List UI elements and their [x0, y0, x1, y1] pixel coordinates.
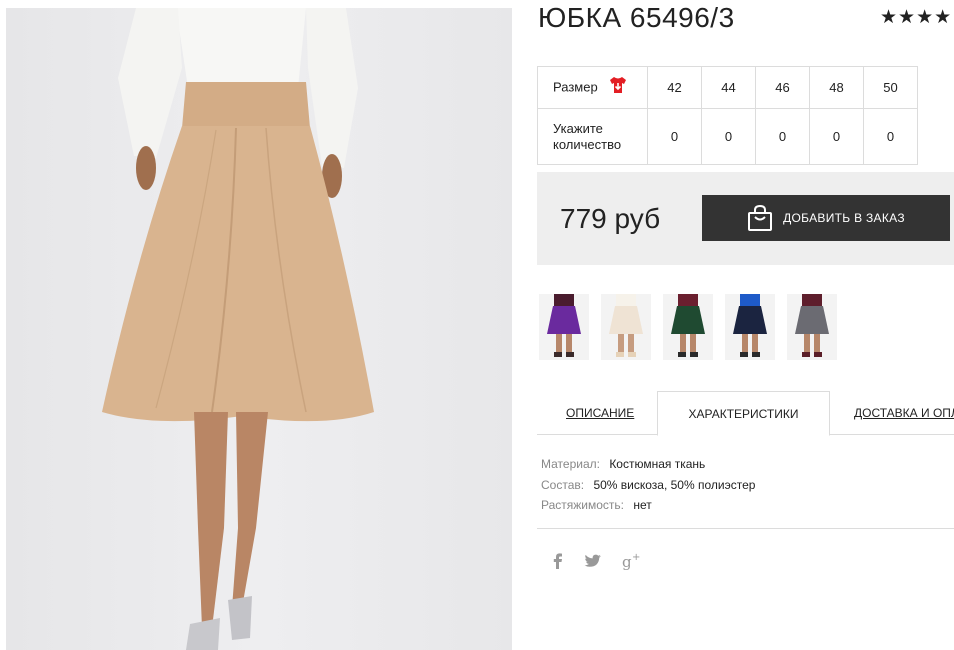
- spec-stretch-label: Растяжимость:: [541, 498, 625, 512]
- thumbnail-green[interactable]: [663, 294, 713, 360]
- tab-delivery[interactable]: ДОСТАВКА И ОПЛ: [854, 391, 954, 435]
- quantity-label-line2: количество: [553, 136, 622, 152]
- product-title: ЮБКА 65496/3: [538, 2, 735, 33]
- size-44: 44: [701, 66, 756, 109]
- section-divider: [537, 528, 954, 529]
- size-42: 42: [647, 66, 702, 109]
- svg-text:+: +: [632, 552, 640, 563]
- rating-stars: ★★★★: [880, 7, 953, 28]
- spec-material-label: Материал:: [541, 457, 600, 471]
- facebook-icon[interactable]: [552, 553, 564, 569]
- size-chart-icon[interactable]: [609, 76, 627, 98]
- size-label: Размер: [553, 78, 598, 94]
- tab-characteristics[interactable]: ХАРАКТЕРИСТИКИ: [657, 391, 830, 436]
- quantity-input-42[interactable]: 0: [647, 108, 702, 165]
- thumbnail-navy[interactable]: [725, 294, 775, 360]
- tab-delivery-label: ДОСТАВКА И ОПЛ: [854, 406, 954, 420]
- tab-characteristics-label: ХАРАКТЕРИСТИКИ: [688, 406, 799, 421]
- size-table: Размер 42 44 46 48 50 Укажите количество…: [537, 66, 918, 165]
- size-48: 48: [809, 66, 864, 109]
- quantity-input-46[interactable]: 0: [755, 108, 810, 165]
- thumbnail-grey[interactable]: [787, 294, 837, 360]
- add-to-order-button[interactable]: ДОБАВИТЬ В ЗАКАЗ: [702, 195, 950, 241]
- add-to-order-label: ДОБАВИТЬ В ЗАКАЗ: [783, 211, 905, 225]
- tab-description[interactable]: ОПИСАНИЕ: [566, 391, 634, 435]
- characteristics-list: Материал: Костюмная ткань Состав: 50% ви…: [541, 454, 755, 516]
- svg-text:g: g: [622, 553, 632, 570]
- product-photo[interactable]: [6, 8, 512, 650]
- twitter-icon[interactable]: [584, 554, 602, 568]
- quantity-input-50[interactable]: 0: [863, 108, 918, 165]
- spec-composition: Состав: 50% вискоза, 50% полиэстер: [541, 475, 755, 496]
- quantity-input-44[interactable]: 0: [701, 108, 756, 165]
- thumbnail-purple[interactable]: [539, 294, 589, 360]
- google-plus-icon[interactable]: g +: [622, 552, 642, 570]
- quantity-input-48[interactable]: 0: [809, 108, 864, 165]
- info-tabs: ОПИСАНИЕ ХАРАКТЕРИСТИКИ ДОСТАВКА И ОПЛ: [537, 391, 954, 436]
- spec-composition-value: 50% вискоза, 50% полиэстер: [593, 477, 756, 492]
- spec-composition-label: Состав:: [541, 477, 585, 492]
- quantity-label-line1: Укажите: [553, 120, 603, 136]
- social-share: g +: [552, 552, 662, 570]
- tab-description-label: ОПИСАНИЕ: [566, 406, 635, 420]
- color-variants: [539, 294, 849, 360]
- spec-material-value: Костюмная ткань: [609, 457, 706, 471]
- shopping-bag-icon: [747, 204, 773, 232]
- quantity-label-cell: Укажите количество: [537, 108, 648, 165]
- spec-stretch: Растяжимость: нет: [541, 495, 755, 516]
- spec-stretch-value: нет: [633, 498, 652, 512]
- size-50: 50: [863, 66, 918, 109]
- thumbnail-cream[interactable]: [601, 294, 651, 360]
- price-panel: 779 руб ДОБАВИТЬ В ЗАКАЗ: [537, 172, 954, 265]
- size-label-cell: Размер: [537, 66, 648, 109]
- size-46: 46: [755, 66, 810, 109]
- spec-material: Материал: Костюмная ткань: [541, 454, 755, 475]
- price: 779 руб: [560, 203, 661, 234]
